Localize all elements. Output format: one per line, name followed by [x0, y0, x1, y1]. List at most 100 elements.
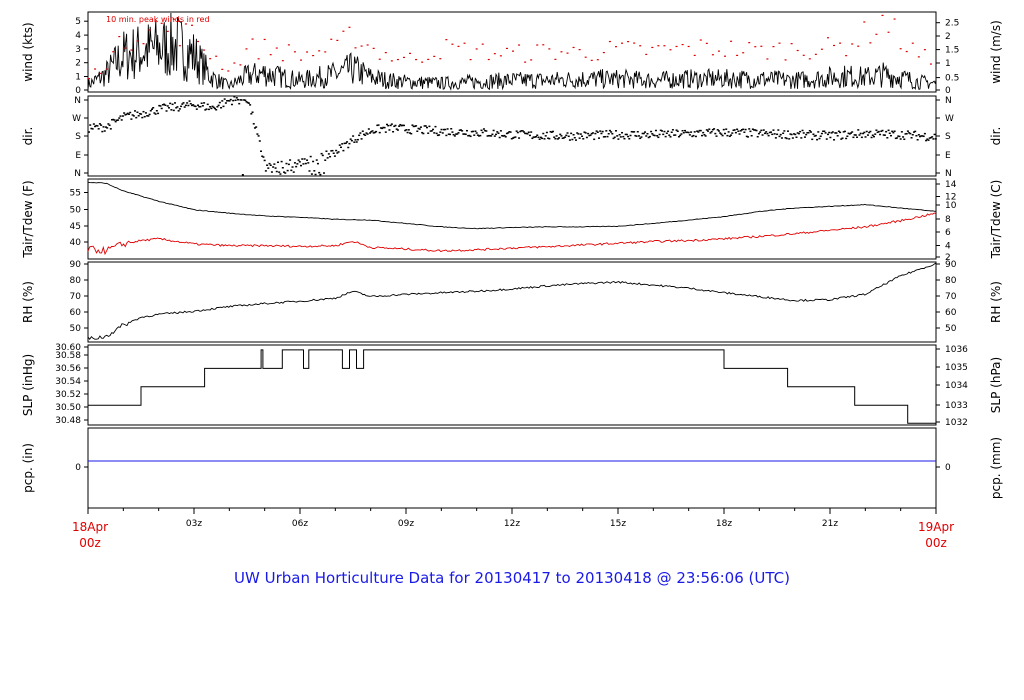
- wind-direction-point: [263, 159, 266, 162]
- wind-direction-point: [402, 124, 405, 127]
- wind-direction-point: [279, 173, 282, 175]
- wind-direction-point: [633, 131, 636, 133]
- wind-direction-point: [308, 170, 311, 172]
- wind-direction-point: [704, 135, 707, 137]
- wind-right-tick-label: 0.5: [945, 74, 959, 84]
- x-tick-label: 21z: [822, 519, 838, 529]
- wind-direction-point: [656, 135, 659, 137]
- wind-direction-point: [411, 124, 414, 126]
- wind-direction-point: [578, 137, 581, 139]
- wind-direction-point: [313, 170, 316, 172]
- wind-direction-point: [496, 131, 499, 133]
- wind-direction-point: [430, 130, 433, 132]
- wind-direction-point: [682, 131, 685, 134]
- wind-direction-point: [687, 131, 690, 134]
- wind-peak-markers: [88, 14, 932, 80]
- sea-level-pressure-line: [88, 349, 936, 424]
- dir-left-tick-label: S: [75, 132, 81, 142]
- x-tick-label: 12z: [504, 519, 520, 529]
- wind-direction-point: [668, 134, 671, 136]
- wind-direction-point: [708, 128, 711, 130]
- wind-direction-point: [432, 128, 435, 131]
- wind-direction-point: [694, 135, 697, 138]
- wind-left-tick-label: 1: [75, 73, 81, 83]
- wind-direction-point: [616, 135, 619, 137]
- wind-direction-point: [811, 138, 814, 141]
- wind-direction-point: [548, 137, 551, 140]
- temp-left-tick-label: 40: [70, 238, 82, 248]
- wind-direction-point: [367, 128, 370, 130]
- wind-direction-point: [750, 134, 753, 137]
- chart-panels: 01234500.511.522.5wind (kts) wind (m/s)10…: [21, 11, 1003, 509]
- wind-direction-point: [542, 132, 545, 135]
- x-tick-label: 06z: [292, 519, 308, 529]
- wind-direction-point: [902, 136, 905, 138]
- pcp-frame: [87, 427, 937, 509]
- wind-direction-point: [715, 135, 718, 137]
- wind-direction-point: [475, 132, 478, 134]
- wind-direction-point: [233, 96, 236, 98]
- wind-direction-point: [118, 117, 121, 119]
- rh-right-tick-label: 90: [945, 260, 957, 270]
- wind-direction-point: [579, 133, 582, 135]
- wind-direction-point: [572, 134, 575, 136]
- wind-direction-point: [690, 131, 693, 133]
- wind-direction-point: [347, 146, 350, 149]
- wind-direction-point: [820, 132, 823, 135]
- wind-direction-point: [199, 105, 202, 108]
- wind-direction-point: [100, 124, 103, 126]
- wind-direction-point: [843, 130, 846, 133]
- wind-direction-point: [435, 132, 438, 135]
- x-end-label: 19Apr: [918, 520, 954, 534]
- wind-direction-point: [449, 133, 452, 136]
- wind-direction-point: [295, 165, 298, 168]
- wind-direction-point: [817, 131, 820, 133]
- wind-direction-point: [464, 133, 467, 136]
- wind-direction-point: [450, 128, 453, 130]
- wind-direction-point: [889, 134, 892, 137]
- wind-direction-point: [291, 166, 294, 168]
- wind-direction-point: [188, 100, 191, 102]
- dir-right-tick-label: E: [945, 151, 951, 161]
- wind-direction-point: [911, 133, 914, 136]
- wind-direction-point: [109, 128, 112, 130]
- wind-direction-point: [646, 133, 649, 135]
- wind-direction-point: [554, 137, 557, 140]
- wind-direction-point: [113, 119, 116, 121]
- x-tick-label: 09z: [398, 519, 414, 529]
- wind-direction-point: [772, 129, 775, 131]
- wind-direction-point: [635, 135, 638, 137]
- wind-direction-point: [127, 113, 130, 115]
- wind-right-tick-label: 0: [945, 86, 951, 96]
- x-tick-label: 15z: [610, 519, 626, 529]
- wind-direction-point: [280, 160, 283, 163]
- wind-direction-point: [835, 132, 838, 134]
- wind-direction-point: [755, 129, 758, 132]
- wind-direction-point: [914, 130, 917, 133]
- wind-direction-point: [480, 129, 483, 132]
- temp-right-tick-label: 6: [945, 228, 951, 238]
- wind-direction-point: [201, 105, 204, 107]
- dir-left-axis-label: dir.: [21, 127, 35, 146]
- wind-direction-point: [771, 133, 774, 136]
- wind-direction-point: [451, 131, 454, 133]
- wind-direction-point: [931, 136, 934, 138]
- wind-direction-point: [142, 110, 145, 113]
- wind-direction-point: [779, 133, 782, 136]
- wind-direction-point: [339, 146, 342, 149]
- wind-direction-point: [222, 105, 225, 108]
- wind-direction-point: [428, 125, 431, 128]
- wind-direction-point: [788, 138, 791, 140]
- wind-direction-point: [760, 129, 763, 132]
- wind-direction-point: [141, 116, 144, 119]
- temp-right-axis-label: Tair/Tdew (C): [989, 180, 1003, 260]
- dir-right-tick-label: S: [945, 132, 951, 142]
- wind-direction-point: [377, 124, 380, 126]
- wind-direction-point: [636, 130, 639, 133]
- slp-left-tick-label: 30.60: [55, 343, 81, 353]
- wind-direction-point: [149, 109, 152, 112]
- wind-direction-point: [923, 132, 926, 135]
- wind-direction-point: [223, 98, 226, 100]
- wind-direction-point: [469, 135, 472, 138]
- wind-direction-point: [714, 132, 717, 135]
